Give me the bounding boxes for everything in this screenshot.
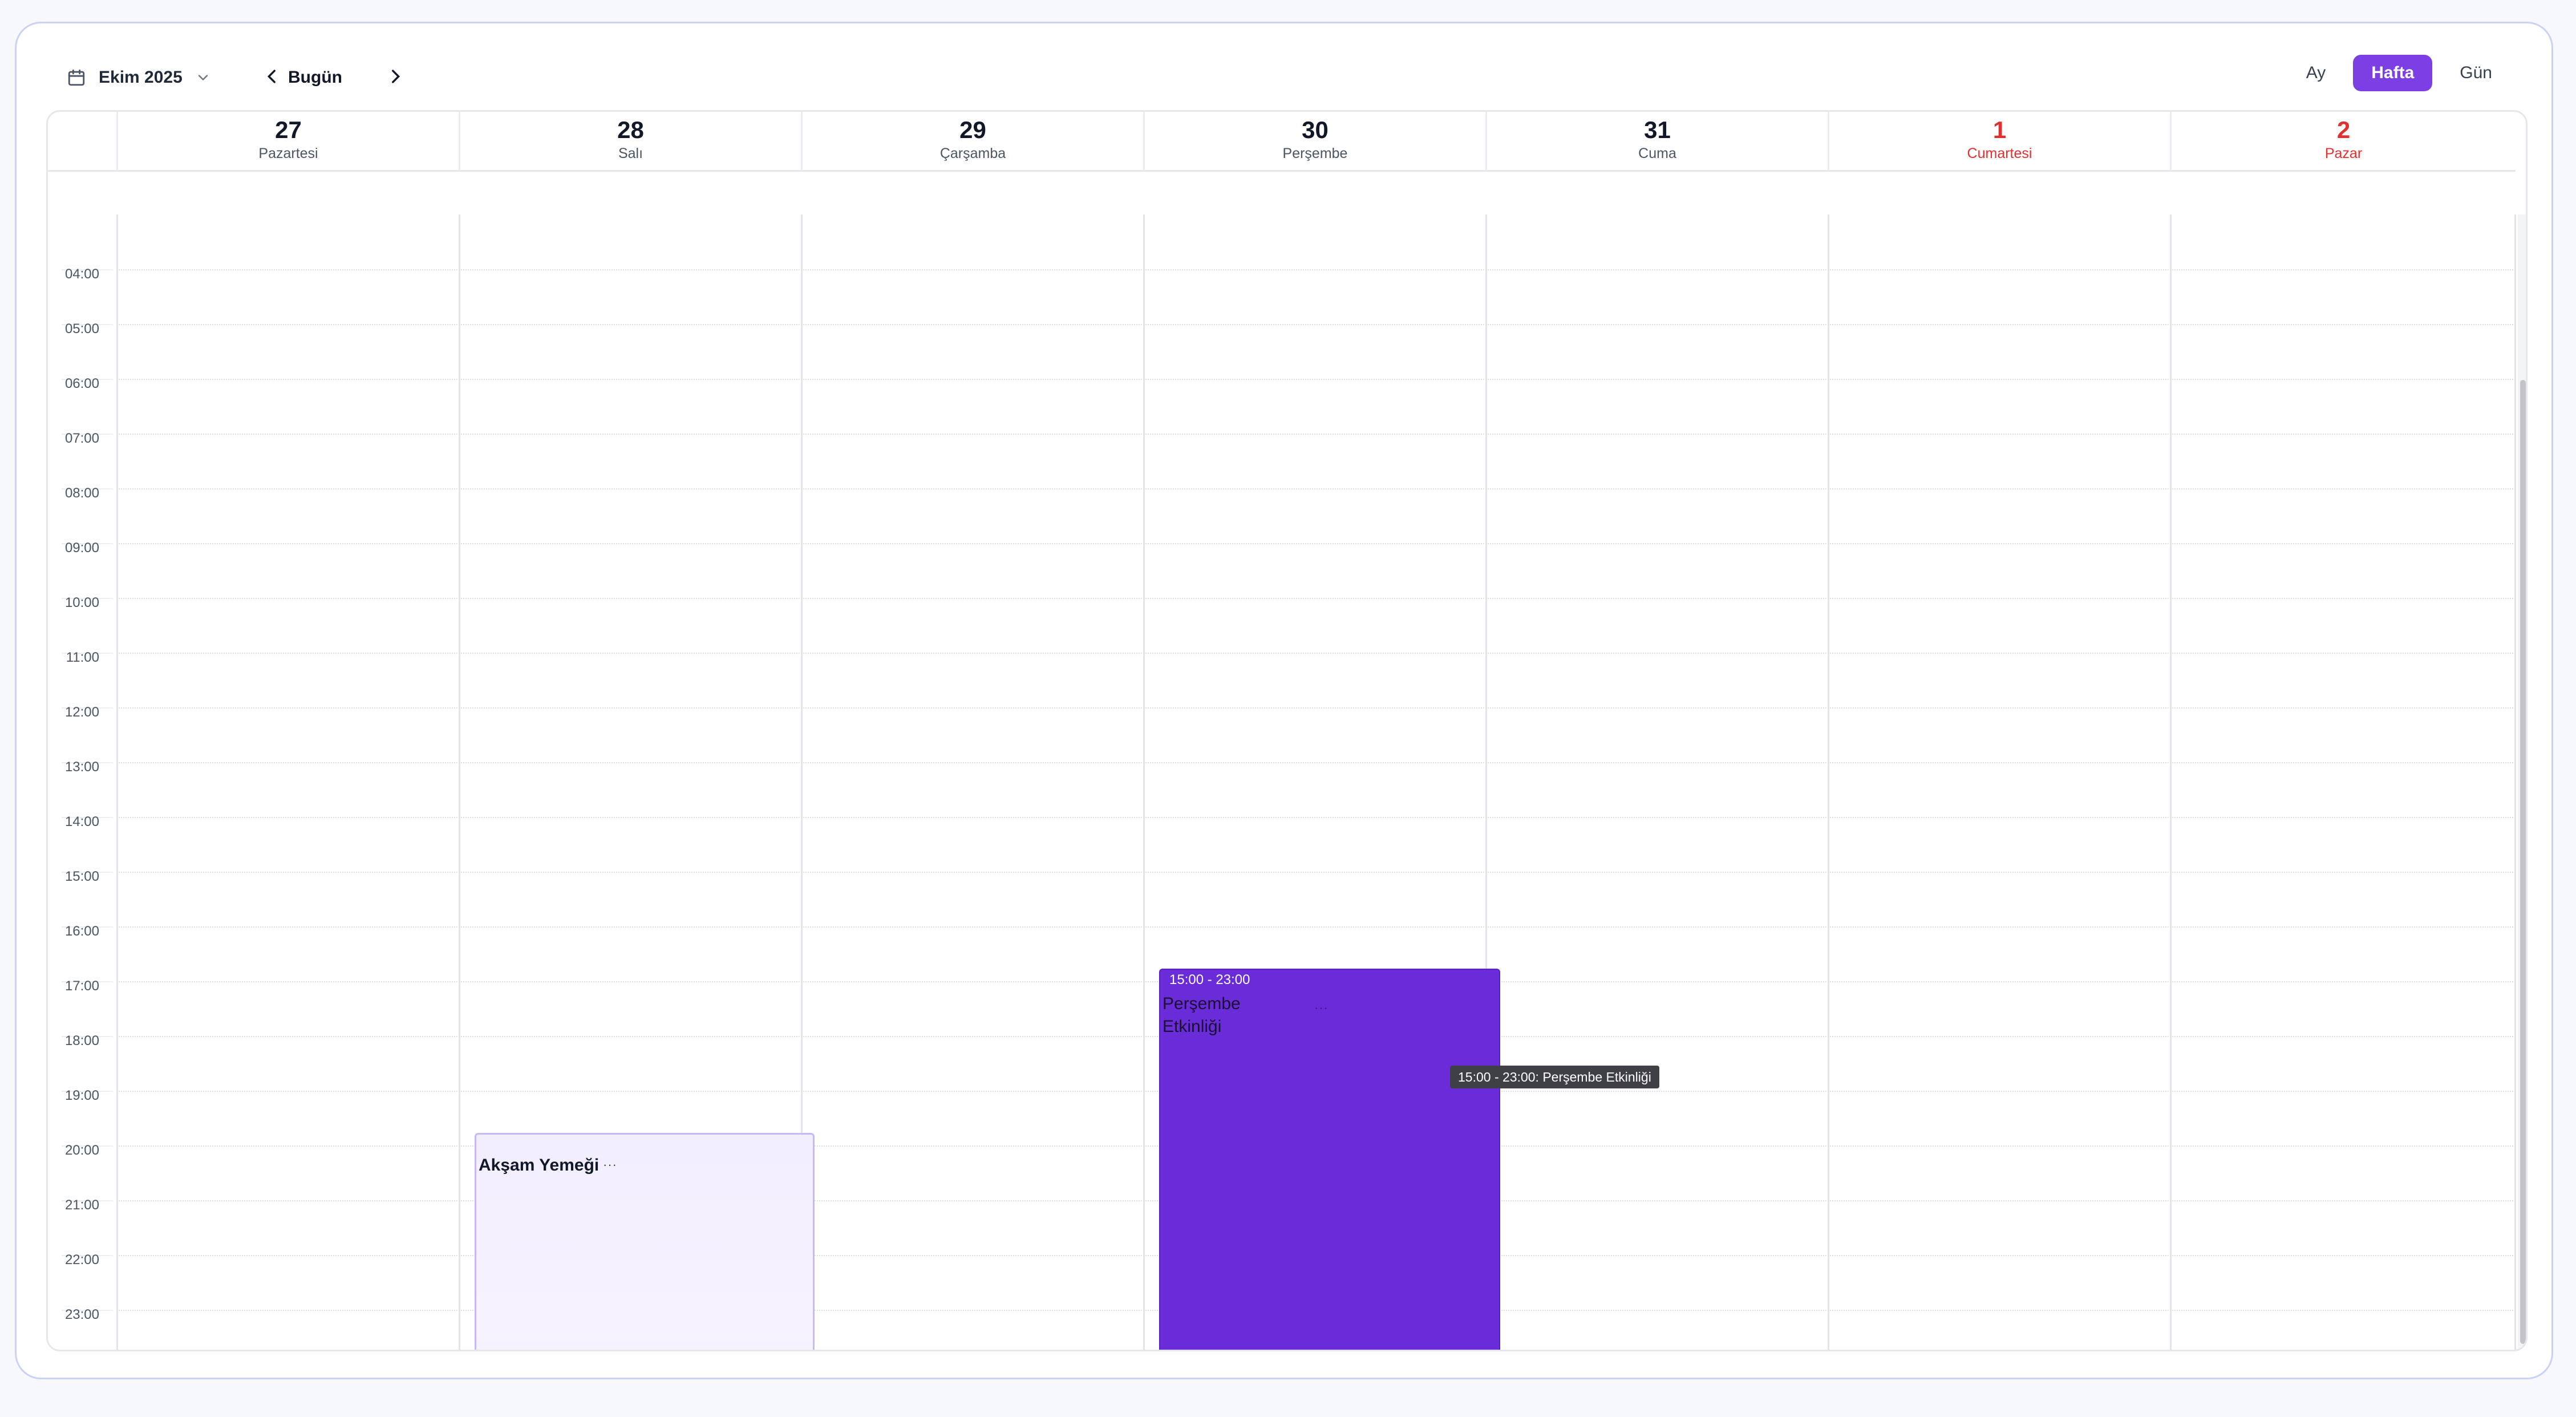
day-name: Salı xyxy=(618,145,643,161)
day-header-row: 27 Pazartesi 28 Salı 29 Çarşamba 30 Perş… xyxy=(48,112,2516,172)
day-number: 30 xyxy=(1302,116,1328,143)
hour-gridline xyxy=(116,598,2516,599)
day-name: Cumartesi xyxy=(1967,145,2032,161)
chevron-right-icon xyxy=(386,67,405,89)
day-header-friday[interactable]: 31 Cuma xyxy=(1485,112,1828,170)
chevron-left-icon xyxy=(262,67,282,89)
column-divider xyxy=(2514,214,2516,1350)
hour-label: 22:00 xyxy=(64,1252,99,1268)
hour-gridline xyxy=(116,926,2516,928)
event-aksam-yemegi[interactable]: Akşam Yemeği ··· xyxy=(475,1133,815,1350)
column-divider xyxy=(1828,214,1829,1350)
day-header-wednesday[interactable]: 29 Çarşamba xyxy=(801,112,1143,170)
hour-label: 11:00 xyxy=(66,650,99,665)
day-header-sunday[interactable]: 2 Pazar xyxy=(2170,112,2516,170)
event-persembe-etkinligi[interactable]: 15:00 - 23:00 Perşembe Etkinliği ··· xyxy=(1159,969,1500,1350)
column-divider xyxy=(459,214,460,1350)
hour-gridline xyxy=(116,872,2516,873)
next-week-button[interactable] xyxy=(378,58,412,98)
week-calendar: 27 Pazartesi 28 Salı 29 Çarşamba 30 Perş… xyxy=(46,110,2528,1351)
hour-gridline xyxy=(116,379,2516,380)
hour-label: 12:00 xyxy=(64,705,99,720)
column-divider xyxy=(116,214,118,1350)
hour-label: 09:00 xyxy=(64,540,99,556)
hour-gridline xyxy=(116,434,2516,435)
day-name: Çarşamba xyxy=(939,145,1006,161)
column-divider xyxy=(1143,214,1145,1350)
day-name: Perşembe xyxy=(1282,145,1348,161)
day-header-saturday[interactable]: 1 Cumartesi xyxy=(1828,112,2170,170)
day-number: 27 xyxy=(275,116,302,143)
day-name: Pazar xyxy=(2324,145,2363,161)
hour-label: 16:00 xyxy=(64,924,99,939)
calendar-icon xyxy=(67,68,86,87)
hour-label: 17:00 xyxy=(64,978,99,994)
more-icon[interactable]: ··· xyxy=(603,1157,617,1172)
hour-gridline xyxy=(116,324,2516,325)
hour-gridline xyxy=(116,762,2516,763)
hour-label: 07:00 xyxy=(64,431,99,446)
day-header-thursday[interactable]: 30 Perşembe xyxy=(1143,112,1485,170)
hour-gridline xyxy=(116,543,2516,544)
hour-label: 14:00 xyxy=(64,814,99,829)
day-number: 1 xyxy=(1992,116,2007,143)
hour-label: 19:00 xyxy=(64,1088,99,1103)
day-number: 31 xyxy=(1644,116,1671,143)
hour-label: 20:00 xyxy=(64,1143,99,1158)
hour-label: 04:00 xyxy=(64,266,99,282)
day-header-tuesday[interactable]: 28 Salı xyxy=(459,112,801,170)
day-name: Pazartesi xyxy=(258,145,318,161)
hour-label: 08:00 xyxy=(64,485,99,501)
scrollbar-thumb[interactable] xyxy=(2520,380,2526,1344)
event-time: 15:00 - 23:00 xyxy=(1169,972,1250,987)
column-divider xyxy=(2170,214,2172,1350)
month-picker[interactable]: Ekim 2025 xyxy=(67,58,211,98)
view-week-button[interactable]: Hafta xyxy=(2353,55,2433,91)
hour-gridline xyxy=(116,269,2516,270)
calendar-card: Ekim 2025 Bugün Ay Hafta Gün 27 Pazartes… xyxy=(15,22,2553,1379)
month-label: Ekim 2025 xyxy=(99,68,183,87)
hour-gridline xyxy=(116,707,2516,708)
hour-label: 18:00 xyxy=(64,1033,99,1048)
hour-label: 13:00 xyxy=(64,759,99,775)
hour-label: 23:00 xyxy=(64,1307,99,1322)
previous-week-button[interactable] xyxy=(255,58,289,98)
hour-label: 15:00 xyxy=(64,869,99,884)
day-number: 2 xyxy=(2336,116,2351,143)
hour-label: 05:00 xyxy=(64,321,99,337)
day-number: 28 xyxy=(617,116,644,143)
time-grid[interactable]: 04:00 05:00 06:00 07:00 08:00 09:00 10:00 11:00… xyxy=(48,214,2516,1350)
today-button[interactable]: Bugün xyxy=(288,58,342,98)
event-title: Akşam Yemeği xyxy=(479,1156,600,1175)
chevron-down-icon xyxy=(195,70,211,86)
hour-label: 10:00 xyxy=(64,595,99,610)
event-tooltip: 15:00 - 23:00: Perşembe Etkinliği xyxy=(1450,1066,1659,1088)
hour-gridline xyxy=(116,817,2516,818)
day-name: Cuma xyxy=(1638,145,1676,161)
view-switcher: Ay Hafta Gün xyxy=(2288,54,2510,92)
view-month-button[interactable]: Ay xyxy=(2288,55,2344,91)
hour-label: 21:00 xyxy=(64,1197,99,1213)
hour-gridline xyxy=(116,653,2516,654)
calendar-toolbar: Ekim 2025 Bugün Ay Hafta Gün xyxy=(17,23,2551,120)
day-number: 29 xyxy=(959,116,986,143)
hour-gridline xyxy=(116,488,2516,489)
view-day-button[interactable]: Gün xyxy=(2441,55,2510,91)
day-header-monday[interactable]: 27 Pazartesi xyxy=(116,112,459,170)
hour-label: 06:00 xyxy=(64,376,99,391)
more-icon[interactable]: ··· xyxy=(1314,1001,1328,1015)
event-title: Perşembe Etkinliği xyxy=(1163,994,1241,1036)
